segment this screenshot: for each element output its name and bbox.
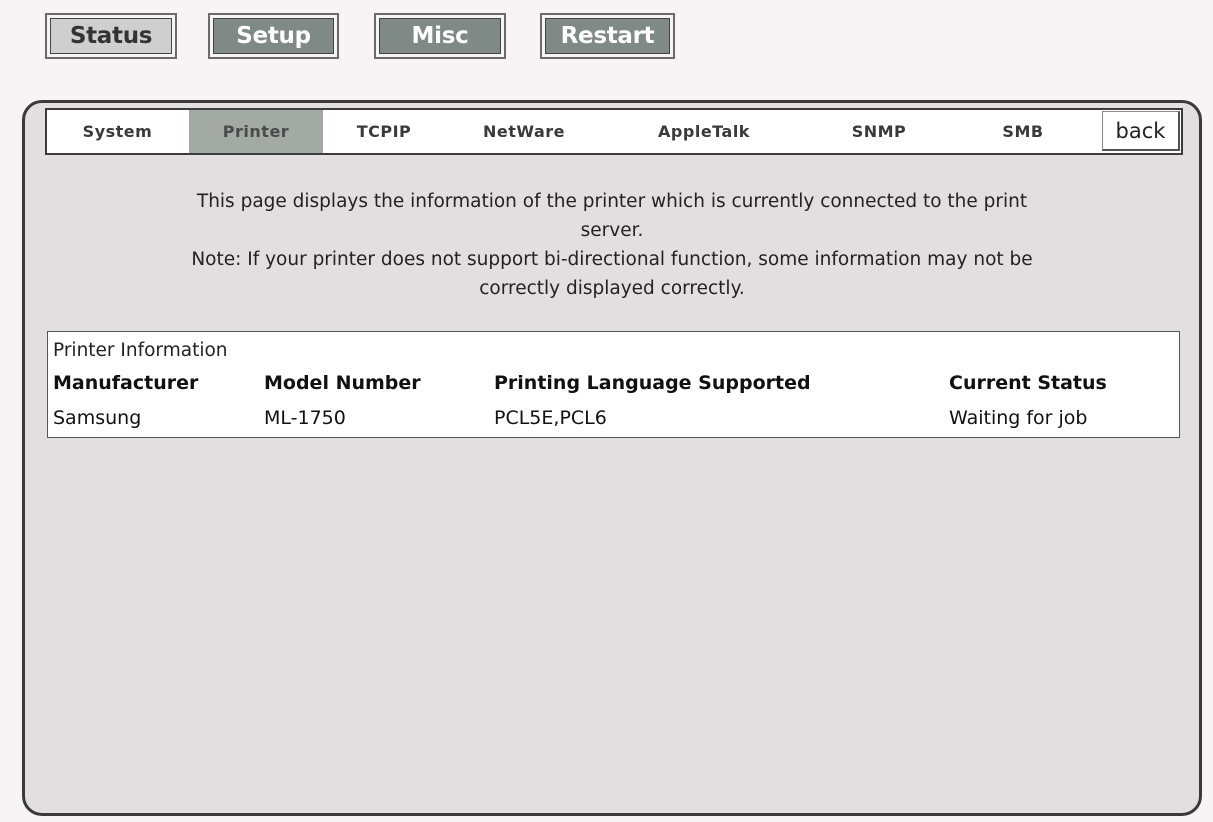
header-printing-language: Printing Language Supported xyxy=(494,372,811,394)
tab-smb[interactable]: SMB xyxy=(953,110,1093,153)
printer-server-page: Status Setup Misc Restart System Printer… xyxy=(0,0,1213,822)
tab-appletalk[interactable]: AppleTalk xyxy=(603,110,805,153)
cell-model-number: ML-1750 xyxy=(264,407,346,429)
tab-system[interactable]: System xyxy=(47,110,188,153)
description-line: This page displays the information of th… xyxy=(196,191,1028,212)
cell-current-status: Waiting for job xyxy=(949,407,1088,429)
header-model-number: Model Number xyxy=(264,372,421,394)
note-line: correctly displayed correctly. xyxy=(479,278,745,299)
tab-printer[interactable]: Printer xyxy=(189,110,323,153)
tab-snmp[interactable]: SNMP xyxy=(805,110,953,153)
main-panel: System Printer TCPIP NetWare AppleTalk S… xyxy=(22,100,1202,816)
description-line: server. xyxy=(580,220,644,241)
header-manufacturer: Manufacturer xyxy=(53,372,199,394)
misc-button[interactable]: Misc xyxy=(374,13,506,59)
cell-printing-language: PCL5E,PCL6 xyxy=(494,407,607,429)
back-button[interactable]: back xyxy=(1102,111,1180,151)
printer-info-table: Printer Information Manufacturer Model N… xyxy=(47,331,1180,438)
tab-tcpip[interactable]: TCPIP xyxy=(323,110,445,153)
page-description: This page displays the information of th… xyxy=(25,187,1199,303)
setup-button-label: Setup xyxy=(213,18,334,54)
status-button[interactable]: Status xyxy=(45,13,177,59)
restart-button-label: Restart xyxy=(545,18,670,54)
setup-button[interactable]: Setup xyxy=(208,13,339,59)
status-button-label: Status xyxy=(50,18,172,54)
header-current-status: Current Status xyxy=(949,372,1107,394)
table-caption: Printer Information xyxy=(53,340,228,361)
tab-netware[interactable]: NetWare xyxy=(445,110,603,153)
restart-button[interactable]: Restart xyxy=(540,13,675,59)
misc-button-label: Misc xyxy=(379,18,501,54)
tab-strip: System Printer TCPIP NetWare AppleTalk S… xyxy=(45,108,1183,155)
cell-manufacturer: Samsung xyxy=(53,407,142,429)
note-line: Note: If your printer does not support b… xyxy=(191,249,1033,270)
